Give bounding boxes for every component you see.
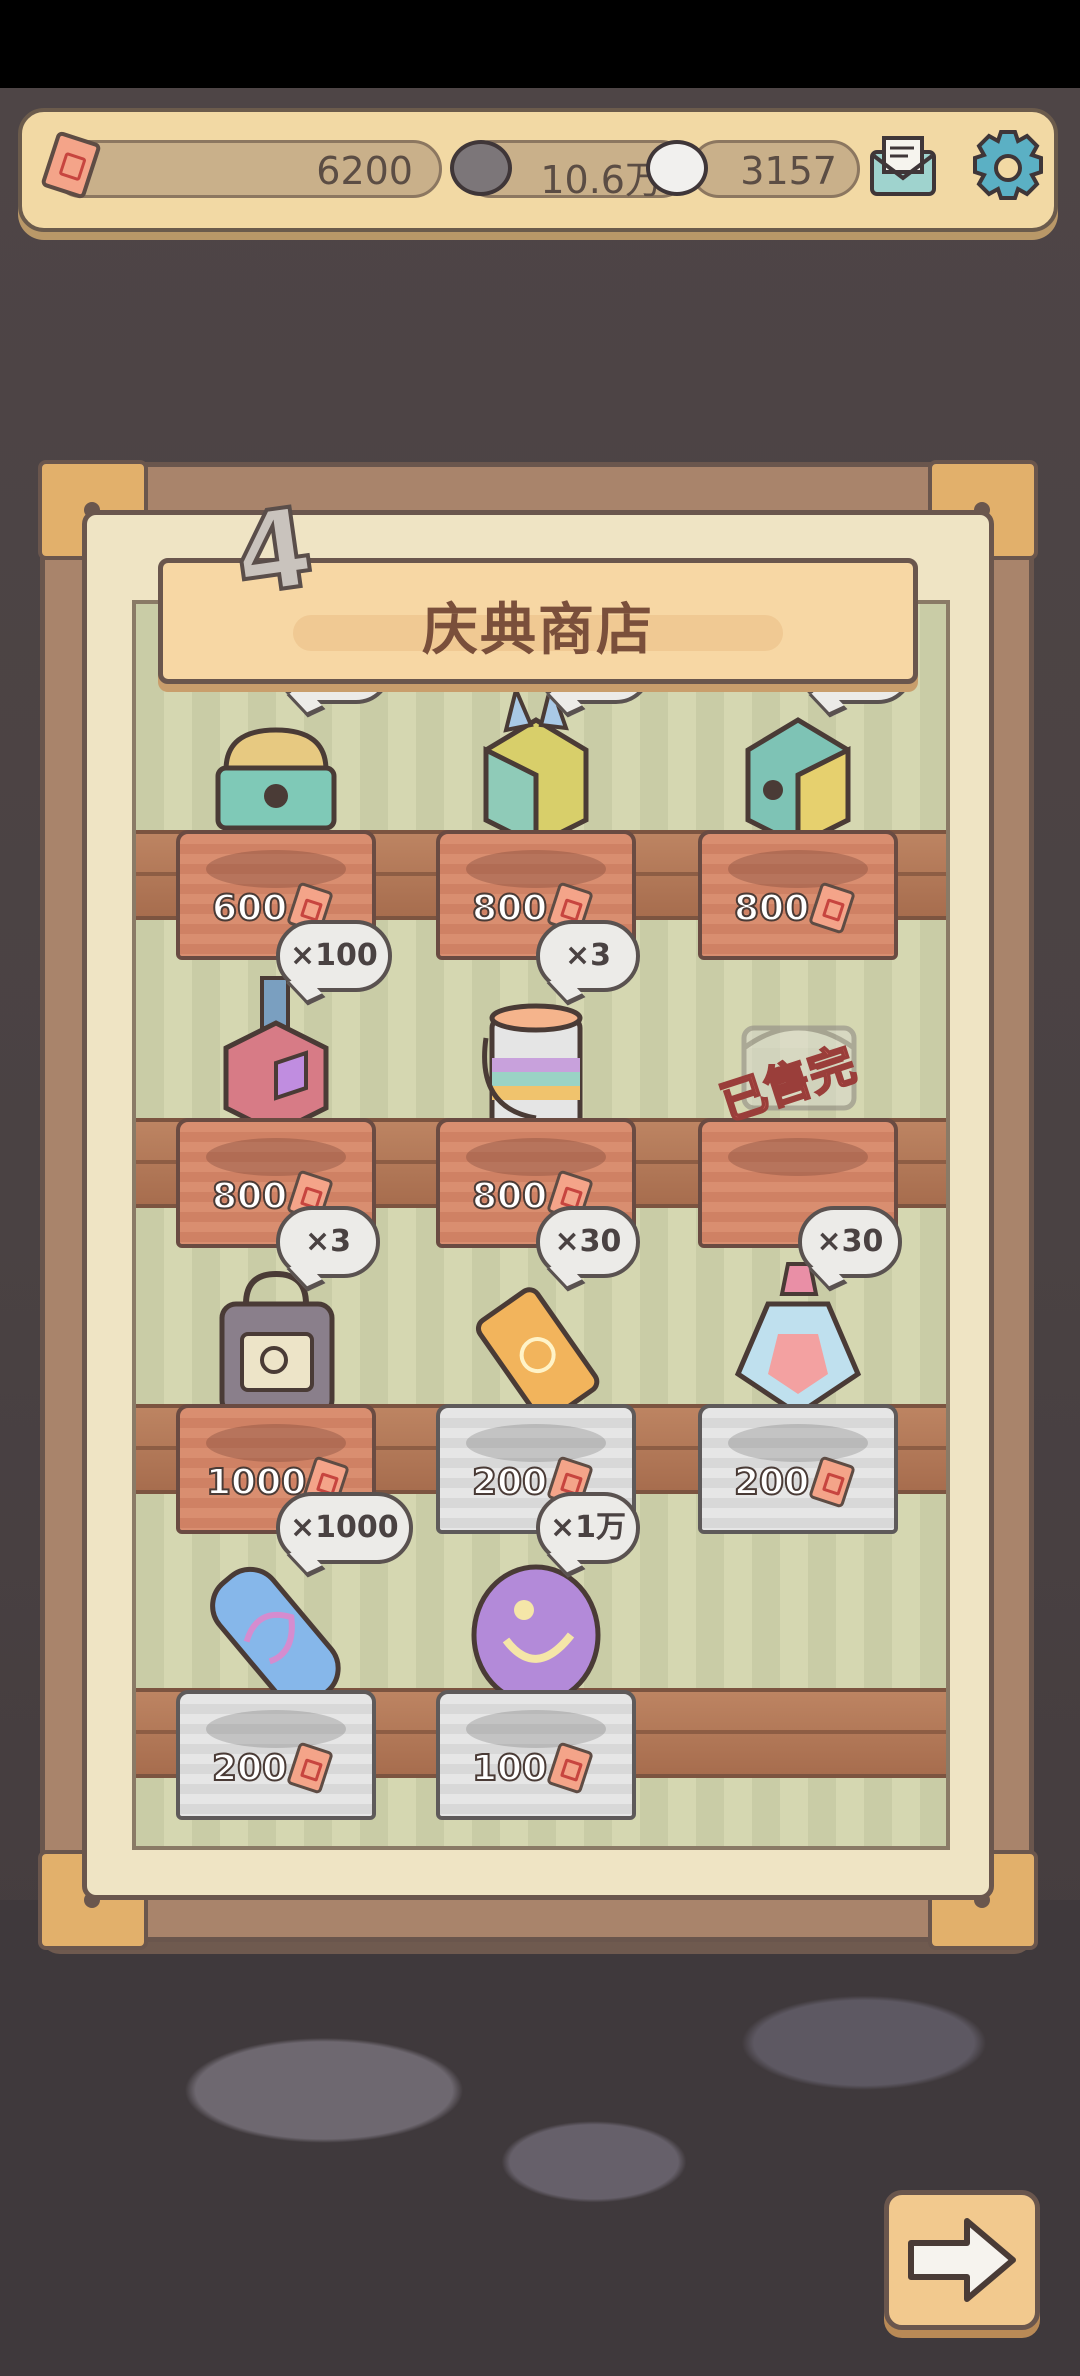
potion-icon [734, 1262, 862, 1418]
item-price: 200 [733, 1461, 810, 1504]
dark-bubble-icon [450, 140, 512, 196]
gem-box-icon [745, 717, 851, 850]
item-price: 800 [733, 887, 810, 930]
quantity-bubble: ×1万 [536, 1492, 640, 1564]
item-price: 1000 [205, 1461, 307, 1504]
shop-item[interactable]: 200 ×30 [698, 1206, 902, 1534]
item-price: 600 [211, 887, 288, 930]
currency-bar: 6200 10.6万 3157 [18, 108, 1058, 232]
scroll-tube-icon [475, 1287, 600, 1423]
item-price: 800 [471, 1175, 548, 1218]
quantity-bubble: ×1000 [276, 1492, 413, 1564]
status-bar [0, 0, 1080, 88]
shop-item[interactable]: 800 ×100 [176, 920, 392, 1248]
shop-item[interactable]: 200 ×1000 [176, 1492, 413, 1820]
light-bubble-icon [646, 140, 708, 196]
ticket-count: 6200 [316, 149, 413, 193]
shop-level-badge: 4 [225, 481, 323, 622]
dark-currency-count: 10.6万 [540, 158, 663, 202]
chest-icon [215, 727, 337, 831]
light-currency-pill[interactable]: 3157 [690, 140, 860, 198]
shop-item[interactable]: 600 ×100 [176, 632, 392, 960]
quantity-bubble: ×30 [536, 1206, 640, 1278]
item-price: 100 [471, 1747, 548, 1790]
shop-item-sold-out: 已售完 [698, 928, 898, 1248]
gear-icon[interactable] [968, 128, 1048, 208]
pink-gem-box-icon [223, 976, 329, 1136]
item-price: 800 [211, 1175, 288, 1218]
purple-orb-icon [471, 1564, 601, 1706]
next-button[interactable] [884, 2190, 1040, 2330]
quantity-bubble: ×3 [536, 920, 640, 992]
quantity-bubble: ×30 [798, 1206, 902, 1278]
item-price: 200 [471, 1461, 548, 1504]
shop-item[interactable]: 100 ×1万 [436, 1492, 640, 1820]
crystal-box-icon [483, 680, 589, 850]
galaxy-crystal-icon [210, 1566, 341, 1708]
quantity-bubble: ×3 [276, 1206, 380, 1278]
shop-item[interactable]: 800 ×100 [698, 632, 914, 960]
bag-icon [219, 1270, 335, 1417]
ticket-currency-pill[interactable]: 6200 [52, 140, 442, 198]
mail-icon[interactable] [868, 134, 938, 198]
item-price: 200 [211, 1747, 288, 1790]
shop-item[interactable]: 800 ×3 [436, 920, 640, 1248]
shop-item[interactable]: 200 ×30 [436, 1206, 640, 1534]
item-price: 800 [471, 887, 548, 930]
arrow-right-icon [908, 2218, 1016, 2302]
shop-item[interactable]: 1000 ×3 [176, 1206, 380, 1534]
shop-item[interactable]: 800 ×100 [436, 632, 652, 960]
quantity-bubble: ×100 [276, 920, 392, 992]
paint-bucket-icon [482, 1003, 583, 1131]
light-currency-count: 3157 [740, 149, 837, 193]
